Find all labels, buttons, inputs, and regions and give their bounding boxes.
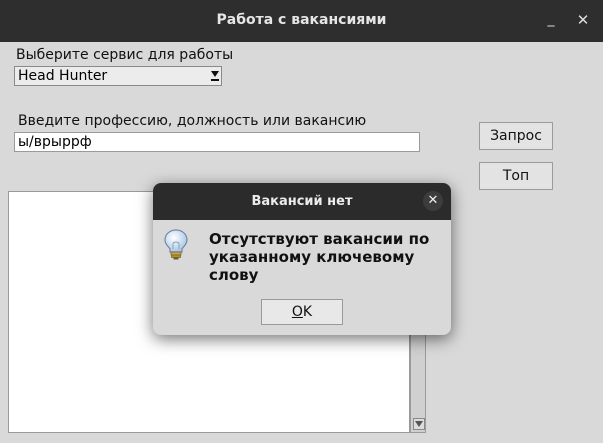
dialog-title: Вакансий нет [153, 183, 451, 220]
service-label: Выберите сервис для работы [16, 47, 234, 63]
dialog-close-icon[interactable]: ✕ [423, 191, 443, 211]
ok-button-mnemonic: O [291, 304, 303, 320]
minimize-icon[interactable]: _ [541, 8, 561, 30]
top-button[interactable]: Топ [479, 162, 553, 190]
dialog-message: Отсутствуют вакансии по указанному ключе… [209, 230, 430, 284]
chevron-down-icon[interactable] [211, 71, 219, 77]
message-dialog: Вакансий нет ✕ Отсутствуют вакансии по у… [153, 183, 451, 335]
window-title: Работа с вакансиями [216, 12, 387, 28]
ok-button-label: K [302, 304, 313, 320]
scroll-down-icon[interactable] [413, 418, 425, 430]
ok-button[interactable]: OK [261, 299, 343, 325]
title-bar: Работа с вакансиями _ ✕ [0, 0, 603, 42]
service-combobox[interactable]: Head Hunter [14, 66, 222, 86]
dropdown-bar-icon [211, 79, 219, 81]
service-selected-value: Head Hunter [18, 68, 108, 84]
lightbulb-icon [164, 229, 188, 260]
query-input-value: ы/врыррф [18, 134, 92, 150]
query-label: Введите профессию, должность или ваканси… [18, 113, 367, 129]
request-button[interactable]: Запрос [479, 122, 553, 150]
close-icon[interactable]: ✕ [573, 9, 593, 31]
query-input[interactable]: ы/врыррф [14, 132, 420, 152]
